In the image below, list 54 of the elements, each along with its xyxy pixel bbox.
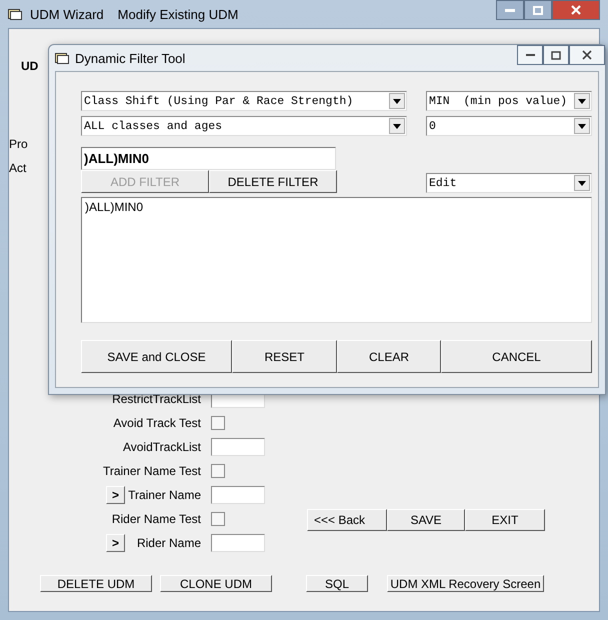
text-field[interactable] (211, 438, 265, 456)
expand-button[interactable]: > (106, 534, 125, 552)
select-value: Edit (428, 176, 458, 190)
close-icon[interactable] (552, 0, 600, 20)
dialog-button[interactable]: SAVE and CLOSE (81, 340, 232, 373)
checkbox-label: Avoid Track Test (113, 416, 202, 430)
field-label: Trainer Name (128, 488, 202, 502)
dialog-title: Dynamic Filter Tool (75, 50, 186, 66)
select-value: ALL classes and ages (83, 120, 224, 132)
expand-button[interactable]: > (106, 486, 125, 504)
dialog-button[interactable]: CANCEL (441, 340, 592, 373)
field-label: Rider Name (136, 536, 202, 550)
text-field[interactable] (211, 486, 265, 504)
filter-list[interactable]: )ALL)MIN0 (81, 197, 592, 323)
checkbox-label: Trainer Name Test (102, 464, 202, 478)
partial-label: UD (21, 59, 38, 73)
action-button[interactable]: SQL (306, 575, 368, 592)
class-select[interactable]: ALL classes and ages (81, 116, 407, 136)
nav-button[interactable]: EXIT (465, 509, 545, 531)
maximize-icon[interactable] (543, 45, 569, 65)
partial-label: Act (9, 161, 26, 175)
select-value: MIN (min pos value) (428, 94, 568, 108)
filter-button[interactable]: DELETE FILTER (209, 170, 337, 193)
folder-window-icon (8, 8, 22, 20)
folder-window-icon (55, 52, 69, 64)
minimize-icon[interactable] (496, 0, 524, 20)
nav-button[interactable]: SAVE (387, 509, 465, 531)
checkbox[interactable] (211, 416, 225, 430)
window-subtitle: Modify Existing UDM (118, 6, 238, 22)
checkbox-label: Rider Name Test (112, 512, 202, 526)
checkbox[interactable] (211, 464, 225, 478)
filter-list-item[interactable]: )ALL)MIN0 (85, 200, 144, 214)
dialog-button[interactable]: CLEAR (337, 340, 441, 373)
action-select[interactable]: Edit (426, 173, 592, 193)
select-value: Class Shift (Using Par & Race Strength) (83, 94, 354, 108)
field-label: RestrictTrackList (112, 392, 202, 406)
mode-select[interactable]: MIN (min pos value) (426, 91, 592, 111)
window-title: UDM Wizard (30, 6, 104, 22)
partial-label: Pro (9, 137, 28, 151)
factor-select[interactable]: Class Shift (Using Par & Race Strength) (81, 91, 407, 111)
close-icon[interactable] (569, 45, 605, 65)
value-select[interactable]: 0 (426, 116, 592, 136)
checkbox[interactable] (211, 512, 225, 526)
action-button[interactable]: DELETE UDM (40, 575, 152, 592)
filter-input[interactable]: )ALL)MIN0 (81, 147, 336, 170)
nav-button[interactable]: <<< Back (307, 509, 387, 531)
minimize-icon[interactable] (517, 45, 543, 65)
select-value: 0 (428, 120, 437, 132)
text-field[interactable] (211, 534, 265, 552)
maximize-icon[interactable] (524, 0, 552, 20)
dialog-button[interactable]: RESET (232, 340, 337, 373)
action-button[interactable]: UDM XML Recovery Screen (387, 575, 544, 592)
action-button[interactable]: CLONE UDM (160, 575, 272, 592)
field-label: AvoidTrackList (122, 440, 202, 454)
